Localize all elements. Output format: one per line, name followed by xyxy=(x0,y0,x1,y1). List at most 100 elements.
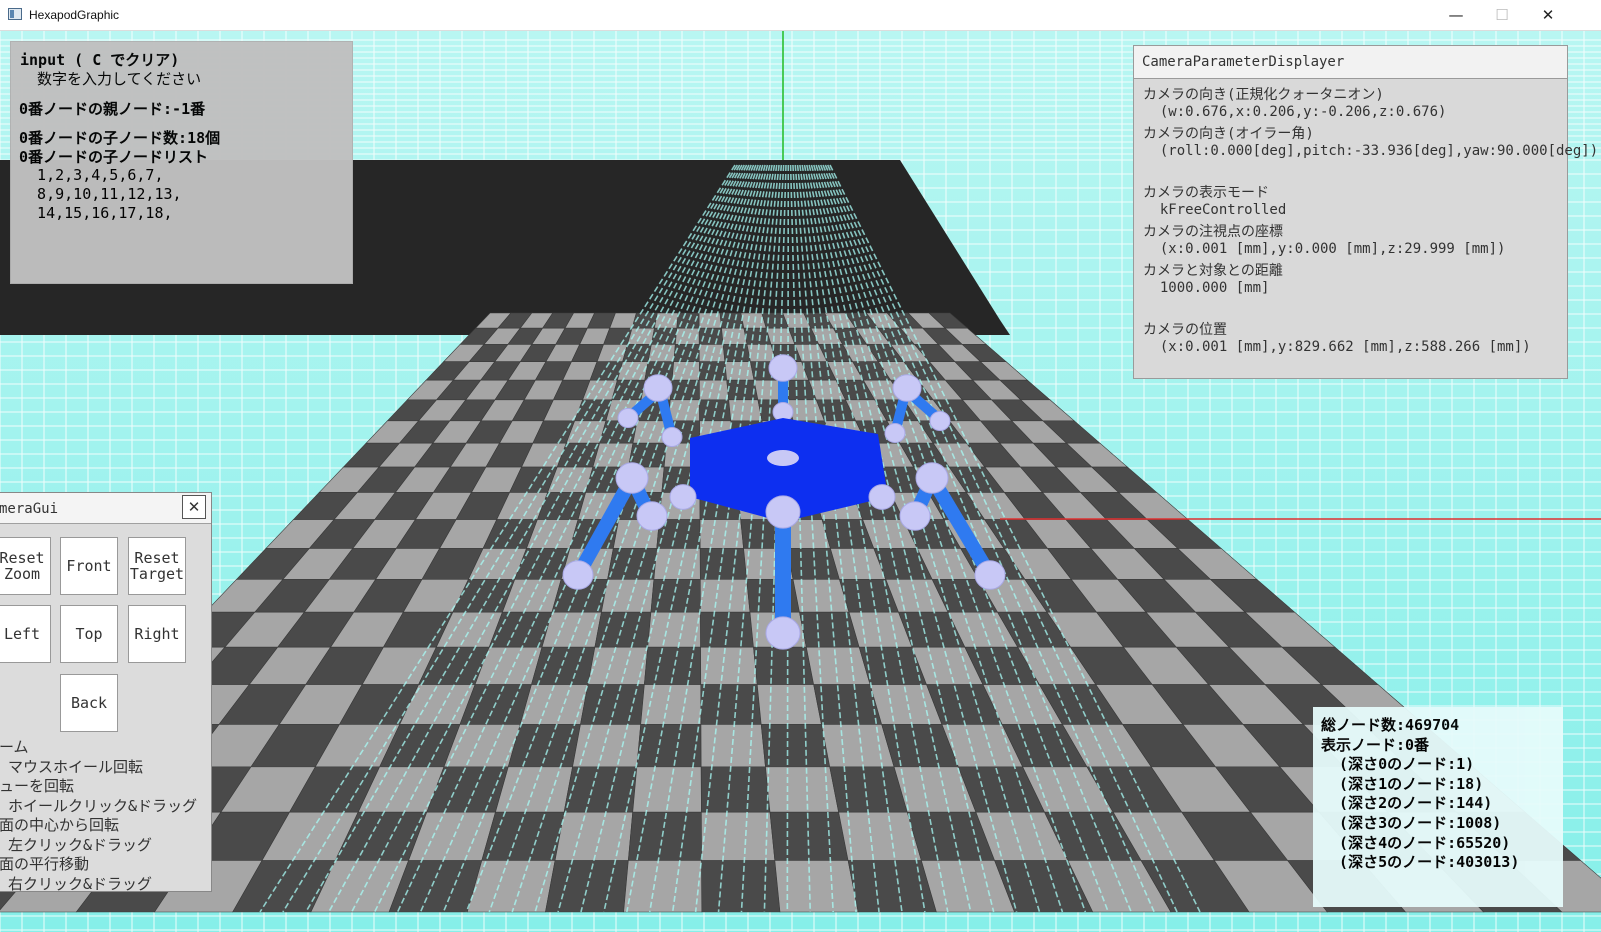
node-info-line: 総ノード数:469704 xyxy=(1321,716,1460,734)
floor-tile xyxy=(466,860,556,913)
app-icon xyxy=(8,8,22,20)
robot-joint xyxy=(765,495,801,529)
camera-panel-header[interactable]: CameraParameterDisplayer xyxy=(1134,46,1567,79)
camera-param-line: (roll:0.000[deg],pitch:-33.936[deg],yaw:… xyxy=(1143,142,1599,159)
robot-joint xyxy=(615,462,649,494)
back-view-button[interactable]: Back xyxy=(60,674,118,732)
front-view-button[interactable]: Front xyxy=(60,537,118,595)
camera-param-line: カメラと対象との距離 xyxy=(1143,263,1283,280)
input-title: input ( C でクリア) xyxy=(20,51,180,69)
camera-help-line: ューを回転 xyxy=(0,777,75,795)
floor-tile xyxy=(519,684,589,725)
floor-tile xyxy=(756,684,822,725)
robot-joint xyxy=(884,423,906,443)
camera-param-line: kFreeControlled xyxy=(1143,201,1287,218)
camera-help-line: 右クリック&ドラッグ xyxy=(0,874,153,893)
node-info-line: (深さ4のノード:65520) xyxy=(1321,833,1511,852)
floor-tile xyxy=(531,646,596,685)
camera-param-line: (x:0.001 [mm],y:829.662 [mm],z:588.266 [… xyxy=(1143,338,1531,355)
camera-gui-header[interactable]: meraGui ✕ xyxy=(0,493,211,524)
close-button[interactable]: ✕ xyxy=(1525,0,1571,31)
floor-tile xyxy=(700,646,758,685)
floor-tile xyxy=(838,811,922,861)
camera-gui-panel: meraGui ✕ Reset Zoom Front Reset Target … xyxy=(0,492,212,893)
floor-tile xyxy=(647,611,701,648)
floor-tile xyxy=(594,611,652,648)
child-list-label: 0番ノードの子ノードリスト xyxy=(19,148,209,166)
robot-joint xyxy=(643,374,673,402)
camera-help-line: 面の平行移動 xyxy=(0,855,90,873)
node-info-line: (深さ3のノード:1008) xyxy=(1321,814,1502,832)
robot-joint xyxy=(974,560,1006,590)
floor-tile xyxy=(627,811,702,861)
camera-param-line: (x:0.001 [mm],y:0.000 [mm],z:29.999 [mm]… xyxy=(1143,240,1506,257)
camera-param-line: カメラの位置 xyxy=(1143,322,1227,339)
child-list-row-3: 14,15,16,17,18, xyxy=(19,204,173,222)
reset-target-button[interactable]: Reset Target xyxy=(128,537,186,595)
node-info-line: (深さ1のノード:18) xyxy=(1321,774,1484,793)
robot-joint xyxy=(661,427,683,447)
child-list-row-2: 8,9,10,11,12,13, xyxy=(19,185,182,203)
node-info-panel: 総ノード数:469704 表示ノード:0番 (深さ0のノード:1) (深さ1のノー… xyxy=(1313,707,1563,907)
robot-joint xyxy=(636,501,668,531)
camera-param-line: カメラの注視点の座標 xyxy=(1143,224,1283,241)
window-title: HexapodGraphic xyxy=(29,8,120,22)
floor-tile xyxy=(563,766,638,813)
floor-tile xyxy=(673,344,700,363)
camera-param-line: (w:0.676,x:0.206,y:-0.206,z:0.676) xyxy=(1143,103,1447,120)
title-bar: HexapodGraphic — ☐ ✕ xyxy=(0,0,1601,31)
right-view-button[interactable]: Right xyxy=(128,605,186,663)
floor-tile xyxy=(821,724,895,768)
floor-tile xyxy=(829,766,908,813)
camera-help-line: ーム xyxy=(0,738,29,756)
camera-help-line: ホイールクリック&ドラッグ xyxy=(0,796,198,815)
robot-joint xyxy=(669,484,697,510)
floor-tile xyxy=(541,611,602,648)
camera-gui-close-button[interactable]: ✕ xyxy=(182,495,206,519)
node-info-line: (深さ0のノード:1) xyxy=(1321,755,1475,774)
robot-joint xyxy=(768,354,798,382)
camera-panel-title: CameraParameterDisplayer xyxy=(1142,54,1345,70)
robot-body-marker xyxy=(767,450,799,466)
maximize-button[interactable]: ☐ xyxy=(1479,0,1525,31)
camera-parameter-panel: CameraParameterDisplayer カメラの向き(正規化クォータニ… xyxy=(1133,45,1598,379)
robot-joint xyxy=(915,462,949,494)
robot-joint xyxy=(868,484,896,510)
floor-tile xyxy=(701,860,781,913)
camera-help-line: 左クリック&ドラッグ xyxy=(0,835,153,854)
node-info-line: 表示ノード:0番 xyxy=(1321,735,1430,754)
node-info-line: (深さ5のノード:403013) xyxy=(1321,853,1520,872)
camera-param-line: カメラの向き(正規化クォータニオン) xyxy=(1143,87,1384,103)
camera-gui-title: meraGui xyxy=(0,501,59,517)
floor-tile xyxy=(653,548,701,580)
reset-zoom-button[interactable]: Reset Zoom xyxy=(0,537,51,595)
child-list-row-1: 1,2,3,4,5,6,7, xyxy=(19,166,164,184)
child-count-text: 0番ノードの子ノード数:18個 xyxy=(19,129,221,147)
floor-tile xyxy=(650,578,701,613)
camera-help-line: 面の中心から回転 xyxy=(0,816,120,834)
top-view-button[interactable]: Top xyxy=(60,605,118,663)
floor-tile xyxy=(700,578,751,613)
minimize-button[interactable]: — xyxy=(1433,0,1479,31)
floor-tile xyxy=(760,724,831,768)
robot-joint xyxy=(892,374,922,402)
camera-param-line: カメラの表示モード xyxy=(1143,185,1269,201)
floor-tile xyxy=(580,684,645,725)
robot-joint xyxy=(617,408,639,428)
robot-joint xyxy=(562,560,594,590)
camera-param-line: カメラの向き(オイラー角) xyxy=(1143,126,1314,143)
floor-tile xyxy=(636,724,702,768)
robot-joint xyxy=(765,616,801,650)
input-prompt: 数字を入力してください xyxy=(19,70,202,88)
floor-tile xyxy=(700,611,754,648)
floor-tile xyxy=(587,646,649,685)
node-info-line: (深さ2のノード:144) xyxy=(1321,794,1493,813)
floor-tile xyxy=(699,399,732,422)
camera-help-line: マウスホイール回転 xyxy=(0,757,144,776)
robot-joint xyxy=(929,411,951,431)
robot-joint xyxy=(899,501,931,531)
floor-tile xyxy=(813,684,883,725)
3d-viewport[interactable]: input ( C でクリア) 数字を入力してください 0番ノードの親ノード:-… xyxy=(0,31,1601,932)
left-view-button[interactable]: Left xyxy=(0,605,51,663)
parent-node-text: 0番ノードの親ノード:-1番 xyxy=(19,100,206,118)
